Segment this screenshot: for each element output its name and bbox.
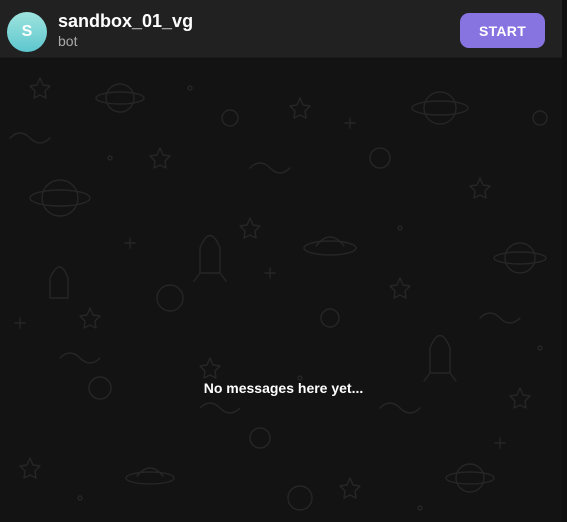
avatar[interactable]: S: [7, 12, 47, 52]
empty-chat-message: No messages here yet...: [203, 380, 364, 396]
window-edge: [562, 0, 567, 522]
chat-subtitle: bot: [58, 33, 78, 49]
chat-title[interactable]: sandbox_01_vg: [58, 10, 193, 32]
avatar-letter: S: [21, 23, 33, 40]
doodle-pattern: [9, 77, 548, 511]
start-button[interactable]: START: [460, 13, 545, 48]
app-window: S sandbox_01_vg bot START No messages he…: [0, 0, 567, 522]
chat-header[interactable]: S sandbox_01_vg bot START: [0, 0, 567, 58]
chat-background: No messages here yet...: [0, 58, 567, 522]
